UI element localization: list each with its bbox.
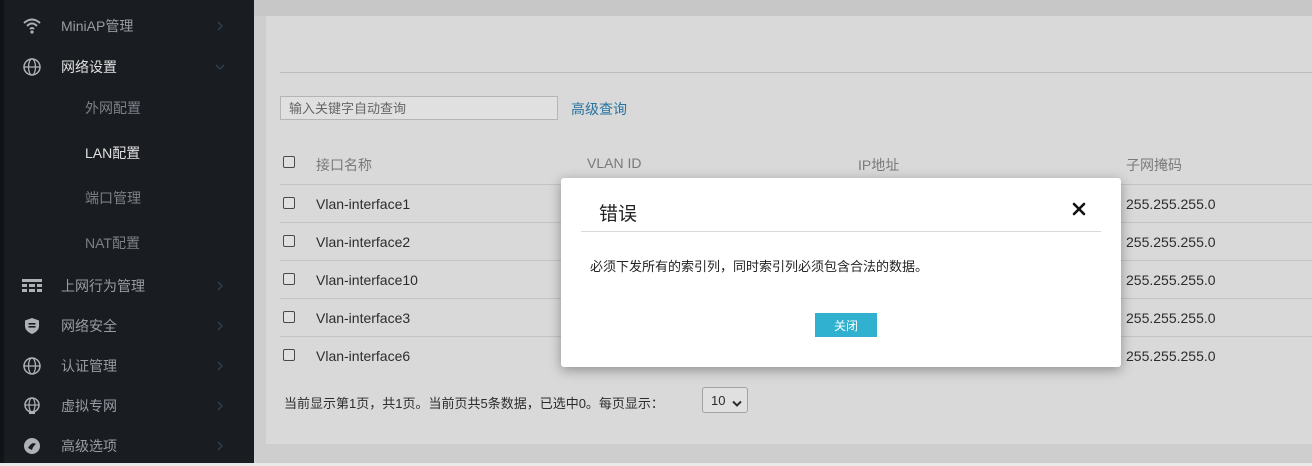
error-dialog: 错误 必须下发所有的索引列，同时索引列必须包含合法的数据。 关闭 <box>561 178 1121 367</box>
close-button[interactable]: 关闭 <box>815 313 877 337</box>
dialog-message: 必须下发所有的索引列，同时索引列必须包含合法的数据。 <box>590 259 929 274</box>
close-icon[interactable] <box>1067 197 1091 221</box>
dialog-title: 错误 <box>599 204 638 225</box>
dialog-divider <box>581 231 1101 232</box>
